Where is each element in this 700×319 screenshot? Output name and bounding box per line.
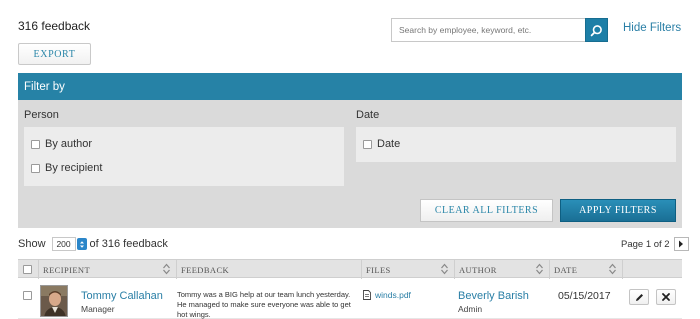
table-row: Tommy Callahan Manager Tommy was a BIG h… <box>18 279 682 319</box>
page-size-control: Show 200 of 316 feedback <box>18 237 168 251</box>
show-label: Show <box>18 238 46 250</box>
column-files[interactable]: FILES <box>361 260 454 279</box>
next-page-button[interactable] <box>673 237 689 251</box>
document-icon <box>363 290 371 300</box>
by-author-option[interactable]: By author <box>31 138 92 150</box>
close-icon <box>662 293 670 301</box>
date-checkbox[interactable] <box>363 139 372 149</box>
pencil-icon <box>635 293 643 301</box>
chevron-right-icon <box>679 240 684 248</box>
search-button[interactable] <box>585 18 608 42</box>
column-recipient[interactable]: RECIPIENT <box>38 260 176 279</box>
select-all-checkbox[interactable] <box>23 265 32 274</box>
date-option[interactable]: Date <box>363 138 400 150</box>
person-filter-box: By author By recipient <box>24 127 344 186</box>
by-recipient-option[interactable]: By recipient <box>31 162 102 174</box>
search-bar <box>391 18 608 42</box>
pager: Page 1 of 2 <box>621 237 689 251</box>
page-size-select[interactable]: 200 <box>51 237 87 251</box>
feedback-text: Tommy was a BIG help at our team lunch y… <box>177 290 351 319</box>
date-filter-box: Date <box>356 127 676 162</box>
date-option-label: Date <box>377 138 401 150</box>
sort-icon <box>536 263 543 275</box>
search-input[interactable] <box>391 18 585 42</box>
clear-all-filters-button[interactable]: CLEAR ALL FILTERS <box>420 199 553 222</box>
total-feedback-label: of 316 feedback <box>89 238 168 250</box>
author-role: Admin <box>458 304 483 314</box>
column-date[interactable]: DATE <box>549 260 622 279</box>
edit-button[interactable] <box>629 289 649 305</box>
recipient-role: Manager <box>81 304 115 314</box>
by-recipient-checkbox[interactable] <box>31 163 40 173</box>
page-size-value[interactable]: 200 <box>51 237 76 251</box>
feedback-count: 316 feedback <box>18 19 91 33</box>
filter-panel: Filter by Person By author By recipient … <box>18 73 682 228</box>
filter-panel-title: Filter by <box>18 73 682 100</box>
row-checkbox[interactable] <box>23 291 32 300</box>
column-actions <box>622 260 682 279</box>
apply-filters-button[interactable]: APPLY FILTERS <box>560 199 676 222</box>
date-filter-label: Date <box>356 109 380 121</box>
avatar <box>40 285 68 317</box>
recipient-name[interactable]: Tommy Callahan <box>81 290 163 302</box>
column-author[interactable]: AUTHOR <box>454 260 549 279</box>
by-recipient-label: By recipient <box>45 162 103 174</box>
page-indicator: Page 1 of 2 <box>621 238 670 250</box>
table-header: RECIPIENT FEEDBACK FILES AUTHOR DATE <box>18 259 682 279</box>
select-arrows-icon[interactable] <box>76 238 87 250</box>
by-author-label: By author <box>45 138 93 150</box>
sort-icon <box>163 263 170 275</box>
sort-icon <box>609 263 616 275</box>
delete-button[interactable] <box>656 289 676 305</box>
feedback-date: 05/15/2017 <box>558 290 611 302</box>
author-name[interactable]: Beverly Barish <box>458 290 529 302</box>
sort-icon <box>441 263 448 275</box>
export-button[interactable]: EXPORT <box>18 43 91 65</box>
select-all-cell <box>18 260 38 279</box>
hide-filters-link[interactable]: Hide Filters <box>623 22 681 34</box>
file-link[interactable]: winds.pdf <box>363 290 411 300</box>
column-feedback[interactable]: FEEDBACK <box>176 260 361 279</box>
by-author-checkbox[interactable] <box>31 139 40 149</box>
person-filter-label: Person <box>24 109 59 121</box>
search-icon <box>590 24 602 36</box>
